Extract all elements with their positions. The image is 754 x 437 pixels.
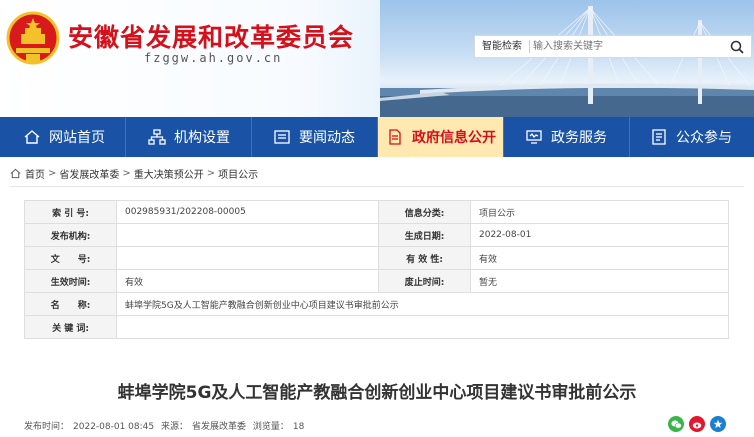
nav-item-home[interactable]: 网站首页 [0, 117, 125, 157]
site-domain: fzggw.ah.gov.cn [144, 51, 283, 65]
nav-item-org[interactable]: 机构设置 [126, 117, 251, 157]
doc-number-value [116, 246, 379, 270]
wechat-share-icon[interactable] [668, 416, 684, 432]
news-icon [274, 130, 290, 144]
monitor-icon [526, 130, 542, 144]
category-value: 项目公示 [470, 200, 729, 224]
keywords-value [116, 315, 729, 339]
views-count: 18 [292, 422, 305, 432]
home-icon [10, 168, 21, 179]
effective-time-label: 生效时间: [24, 269, 117, 293]
article-info-bar: 发布时间： 2022-08-01 08:45 来源： 省发展改革委 浏览量： 18 [24, 419, 308, 432]
source: 省发展改革委 [192, 422, 247, 432]
table-row: 名 称: 蚌埠学院5G及人工智能产教融合创新创业中心项目建议书审批前公示 [24, 292, 729, 316]
search-icon[interactable] [729, 39, 745, 55]
nav-label: 机构设置 [174, 130, 230, 146]
table-row: 文 号: 有 效 性: 有效 [24, 246, 729, 270]
index-value: 002985931/202208-00005 [116, 200, 379, 224]
nav-item-news[interactable]: 要闻动态 [252, 117, 377, 157]
document-icon [389, 129, 401, 145]
keywords-label: 关 键 词: [24, 315, 117, 339]
table-row: 发布机构: 生成日期: 2022-08-01 [24, 223, 729, 247]
nav-label: 政务服务 [551, 130, 607, 146]
breadcrumb-item[interactable]: 重大决策预公开 [134, 166, 204, 181]
article-title: 蚌埠学院5G及人工智能产教融合创新创业中心项目建议书审批前公示 [117, 383, 637, 403]
table-row: 关 键 词: [24, 315, 729, 339]
breadcrumb-item[interactable]: 省发展改革委 [59, 166, 119, 181]
search-divider [529, 40, 530, 53]
repeal-time-label: 废止时间: [378, 269, 471, 293]
doc-number-label: 文 号: [24, 246, 117, 270]
nav-label: 要闻动态 [299, 130, 355, 146]
main-nav: 网站首页 机构设置 要闻动态 政府信息公开 政务服务 公众参与 [0, 117, 754, 157]
source-label: 来源： [161, 422, 189, 432]
share-bar [668, 416, 726, 432]
site-header: 安徽省发展和改革委员会 fzggw.ah.gov.cn 智能检索 [0, 0, 754, 117]
org-chart-icon [148, 129, 166, 145]
search-box: 智能检索 [474, 35, 752, 58]
breadcrumb-separator: > [206, 168, 216, 179]
breadcrumb-divider [10, 186, 744, 187]
nav-label: 网站首页 [49, 130, 105, 146]
bridge-banner-image [380, 0, 754, 117]
weibo-share-icon[interactable] [689, 416, 705, 432]
nav-label: 政府信息公开 [412, 130, 496, 146]
validity-value: 有效 [470, 246, 729, 270]
publish-time-label: 发布时间： [24, 422, 70, 432]
document-meta-table: 索 引 号: 002985931/202208-00005 信息分类: 项目公示… [24, 200, 729, 339]
breadcrumb-separator: > [122, 168, 131, 179]
table-row: 生效时间: 有效 废止时间: 暂无 [24, 269, 729, 293]
smart-search-label[interactable]: 智能检索 [475, 36, 529, 57]
breadcrumb: 首页 > 省发展改革委 > 重大决策预公开 > 项目公示 [10, 166, 258, 181]
breadcrumb-item[interactable]: 项目公示 [218, 166, 258, 181]
repeal-time-value: 暂无 [470, 269, 729, 293]
search-input[interactable] [533, 38, 713, 55]
publish-time: 2022-08-01 08:45 [73, 422, 155, 432]
validity-label: 有 效 性: [378, 246, 471, 270]
table-row: 索 引 号: 002985931/202208-00005 信息分类: 项目公示 [24, 200, 729, 224]
nav-label: 公众参与 [676, 130, 732, 146]
nav-item-gov-info[interactable]: 政府信息公开 [378, 117, 503, 157]
nav-item-public[interactable]: 公众参与 [630, 117, 754, 157]
index-label: 索 引 号: [24, 200, 117, 224]
name-label: 名 称: [24, 292, 117, 316]
created-date-value: 2022-08-01 [470, 223, 729, 247]
created-date-label: 生成日期: [378, 223, 471, 247]
category-label: 信息分类: [378, 200, 471, 224]
national-emblem-icon [6, 11, 60, 65]
breadcrumb-separator: > [48, 168, 57, 179]
views-label: 浏览量： [252, 422, 289, 432]
nav-item-services[interactable]: 政务服务 [504, 117, 629, 157]
publisher-value [116, 223, 379, 247]
people-icon [652, 129, 666, 145]
publisher-label: 发布机构: [24, 223, 117, 247]
breadcrumb-item[interactable]: 首页 [25, 166, 45, 181]
qzone-share-icon[interactable] [710, 416, 726, 432]
effective-time-value: 有效 [116, 269, 379, 293]
site-title[interactable]: 安徽省发展和改革委员会 [68, 18, 354, 54]
name-value: 蚌埠学院5G及人工智能产教融合创新创业中心项目建议书审批前公示 [116, 292, 729, 316]
home-icon [24, 130, 40, 144]
